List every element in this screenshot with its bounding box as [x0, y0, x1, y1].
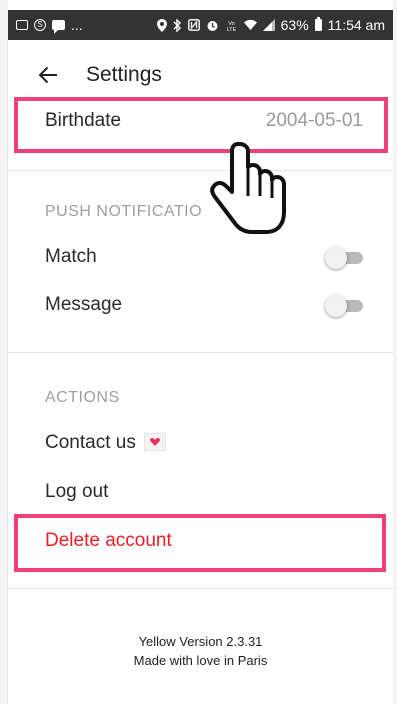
bluetooth-icon [173, 18, 182, 32]
location-icon [156, 18, 167, 32]
match-row: Match [45, 242, 363, 272]
match-toggle-thumb [325, 247, 347, 269]
more-notifications: ... [71, 17, 83, 33]
left-frame-edge [0, 0, 8, 704]
app-footer: Yellow Version 2.3.31 Made with love in … [8, 632, 393, 670]
clock: 11:54 am [327, 17, 385, 33]
right-frame-edge [393, 0, 397, 704]
gallery-notification-icon [16, 20, 28, 30]
nfc-icon [187, 19, 200, 31]
app-header: Settings [8, 40, 393, 110]
hand-pointer-cursor-icon [210, 142, 286, 234]
birthdate-row[interactable]: Birthdate 2004-05-01 [45, 106, 363, 136]
back-button[interactable] [28, 55, 68, 95]
message-notification-icon [52, 20, 65, 34]
tagline-text: Made with love in Paris [133, 653, 268, 668]
delete-account-label: Delete account [45, 530, 172, 551]
page-title: Settings [86, 63, 162, 86]
arrow-back-icon [38, 66, 57, 84]
battery-percentage: 63% [280, 17, 309, 33]
divider [8, 588, 393, 589]
battery-icon [314, 17, 322, 31]
volte-icon: Vo LTE [225, 19, 238, 32]
divider [8, 352, 393, 353]
actions-header: ACTIONS [45, 389, 120, 406]
push-notifications-header: PUSH NOTIFICATIO [45, 203, 203, 220]
message-label: Message [45, 294, 123, 315]
status-bar-left: S ... [16, 17, 83, 34]
message-toggle-thumb [325, 295, 347, 317]
message-toggle[interactable] [325, 295, 363, 317]
contact-us-label: Contact us [45, 432, 136, 453]
log-out-row[interactable]: Log out [45, 477, 363, 507]
svg-text:LTE: LTE [226, 27, 236, 32]
signal-icon [262, 19, 275, 31]
match-toggle[interactable] [325, 247, 363, 269]
skype-icon: S [34, 19, 46, 31]
status-bar-right: Vo LTE 63% 11:54 am [156, 17, 385, 33]
wifi-icon [243, 19, 257, 31]
alarm-icon [206, 19, 219, 32]
version-text: Yellow Version 2.3.31 [138, 634, 263, 649]
match-label: Match [45, 246, 97, 267]
contact-us-row[interactable]: Contact us [45, 428, 363, 458]
divider [8, 170, 393, 171]
status-bar: S ... Vo LTE 63% 11:54 am [8, 10, 393, 40]
log-out-label: Log out [45, 481, 109, 502]
message-row: Message [45, 290, 363, 320]
delete-account-row[interactable]: Delete account [45, 526, 363, 556]
heart-icon [143, 433, 166, 451]
birthdate-value: 2004-05-01 [265, 110, 363, 131]
birthdate-label: Birthdate [45, 110, 122, 131]
